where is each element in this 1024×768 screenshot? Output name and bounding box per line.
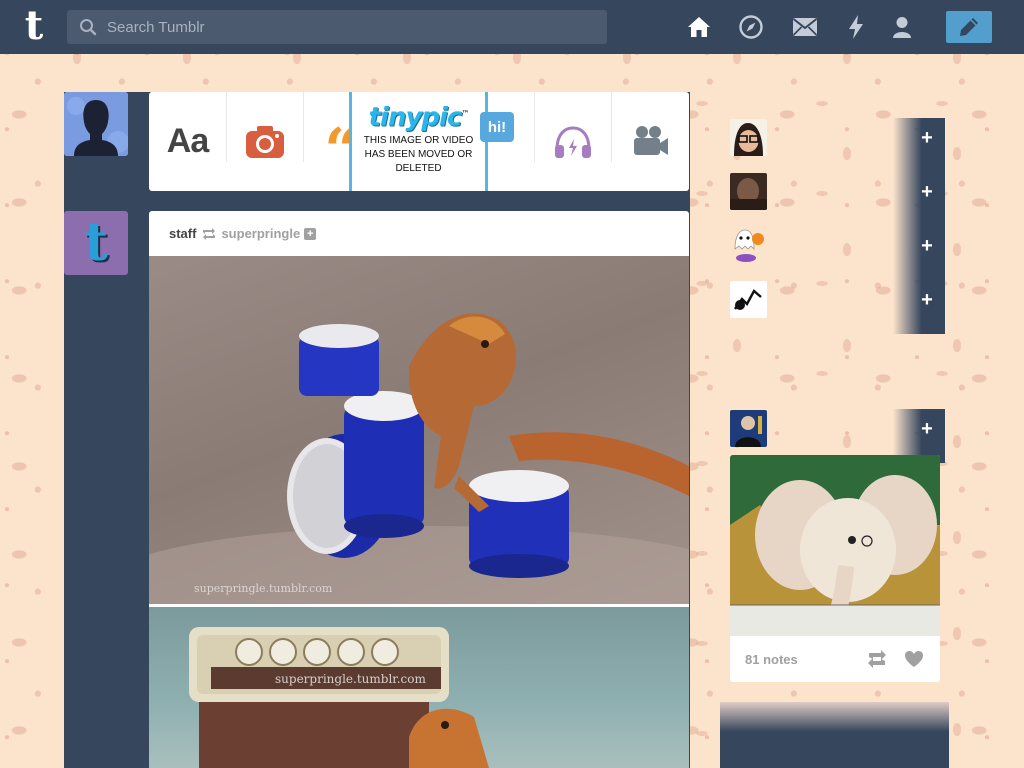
home-icon[interactable] <box>685 14 713 40</box>
search-icon <box>80 19 97 36</box>
avatar[interactable] <box>730 410 767 447</box>
follow-plus-icon[interactable]: + <box>915 234 939 258</box>
headphones-icon <box>554 125 591 158</box>
follow-plus-icon[interactable]: + <box>915 417 939 441</box>
photo-post-button[interactable] <box>226 92 303 191</box>
tumblr-logo[interactable]: t <box>14 6 54 48</box>
radar-post-footer: 81 notes <box>730 636 940 682</box>
account-icon[interactable] <box>888 14 916 40</box>
activity-icon[interactable] <box>842 14 870 40</box>
post-photo-drums[interactable]: superpringle.tumblr.com <box>149 256 689 646</box>
follow-plus-icon[interactable]: + <box>915 288 939 312</box>
tinypic-logo: tinypic™ <box>352 94 485 134</box>
sidebar-footer-panel <box>720 702 949 768</box>
recommended-blog-4[interactable]: + <box>730 280 945 334</box>
video-post-button[interactable] <box>611 92 688 191</box>
recommended-blog-2[interactable]: + <box>730 172 945 226</box>
photo-watermark: superpringle.tumblr.com <box>194 582 333 595</box>
pencil-icon <box>960 18 978 36</box>
explore-icon[interactable] <box>737 14 765 40</box>
search-bar[interactable] <box>67 10 607 44</box>
avatar[interactable] <box>730 227 767 264</box>
deleted-image-notice: tinypic™ This image or video has been mo… <box>349 92 488 191</box>
user-avatar[interactable] <box>64 92 128 156</box>
reblog-icon[interactable] <box>866 650 888 668</box>
inbox-icon[interactable] <box>791 14 819 40</box>
camera-icon <box>245 125 284 158</box>
dashboard-post: staff superpringle + superpringle.tumblr… <box>149 211 689 768</box>
compose-button[interactable] <box>946 11 992 43</box>
post-header: staff superpringle + <box>149 211 689 256</box>
post-author[interactable]: staff <box>169 226 196 241</box>
search-input[interactable] <box>107 18 587 36</box>
video-camera-icon <box>633 125 668 155</box>
top-navigation-bar: t <box>0 0 1024 54</box>
follow-plus-icon[interactable]: + <box>304 227 317 240</box>
avatar[interactable] <box>730 173 767 210</box>
deleted-message: This image or video has been moved or de… <box>363 135 474 174</box>
avatar[interactable] <box>730 119 767 156</box>
text-post-button[interactable]: Aa <box>149 92 226 191</box>
audio-post-button[interactable] <box>534 92 611 191</box>
radar-post-image[interactable] <box>730 455 940 636</box>
trademark-mark: ™ <box>461 109 469 118</box>
recommended-blog-3[interactable]: + <box>730 226 945 280</box>
radar-blog[interactable]: + <box>730 409 945 463</box>
heart-icon[interactable] <box>904 650 924 668</box>
radar-post[interactable]: 81 notes <box>730 455 940 682</box>
staff-avatar[interactable]: t <box>64 211 128 275</box>
chat-icon[interactable]: hi! <box>480 112 514 142</box>
tinypic-wordmark: tinypic <box>368 102 463 133</box>
notes-count[interactable]: 81 notes <box>745 652 798 667</box>
follow-plus-icon[interactable]: + <box>915 126 939 150</box>
post-photo-amp[interactable]: superpringle.tumblr.com <box>149 607 689 768</box>
reblog-icon <box>203 227 216 240</box>
recommended-blog-1[interactable]: + <box>730 118 945 172</box>
follow-plus-icon[interactable]: + <box>915 180 939 204</box>
text-icon: Aa <box>166 122 209 160</box>
avatar[interactable] <box>730 281 767 318</box>
reblogged-from[interactable]: superpringle <box>221 226 300 241</box>
photo-watermark-2: superpringle.tumblr.com <box>275 672 426 686</box>
